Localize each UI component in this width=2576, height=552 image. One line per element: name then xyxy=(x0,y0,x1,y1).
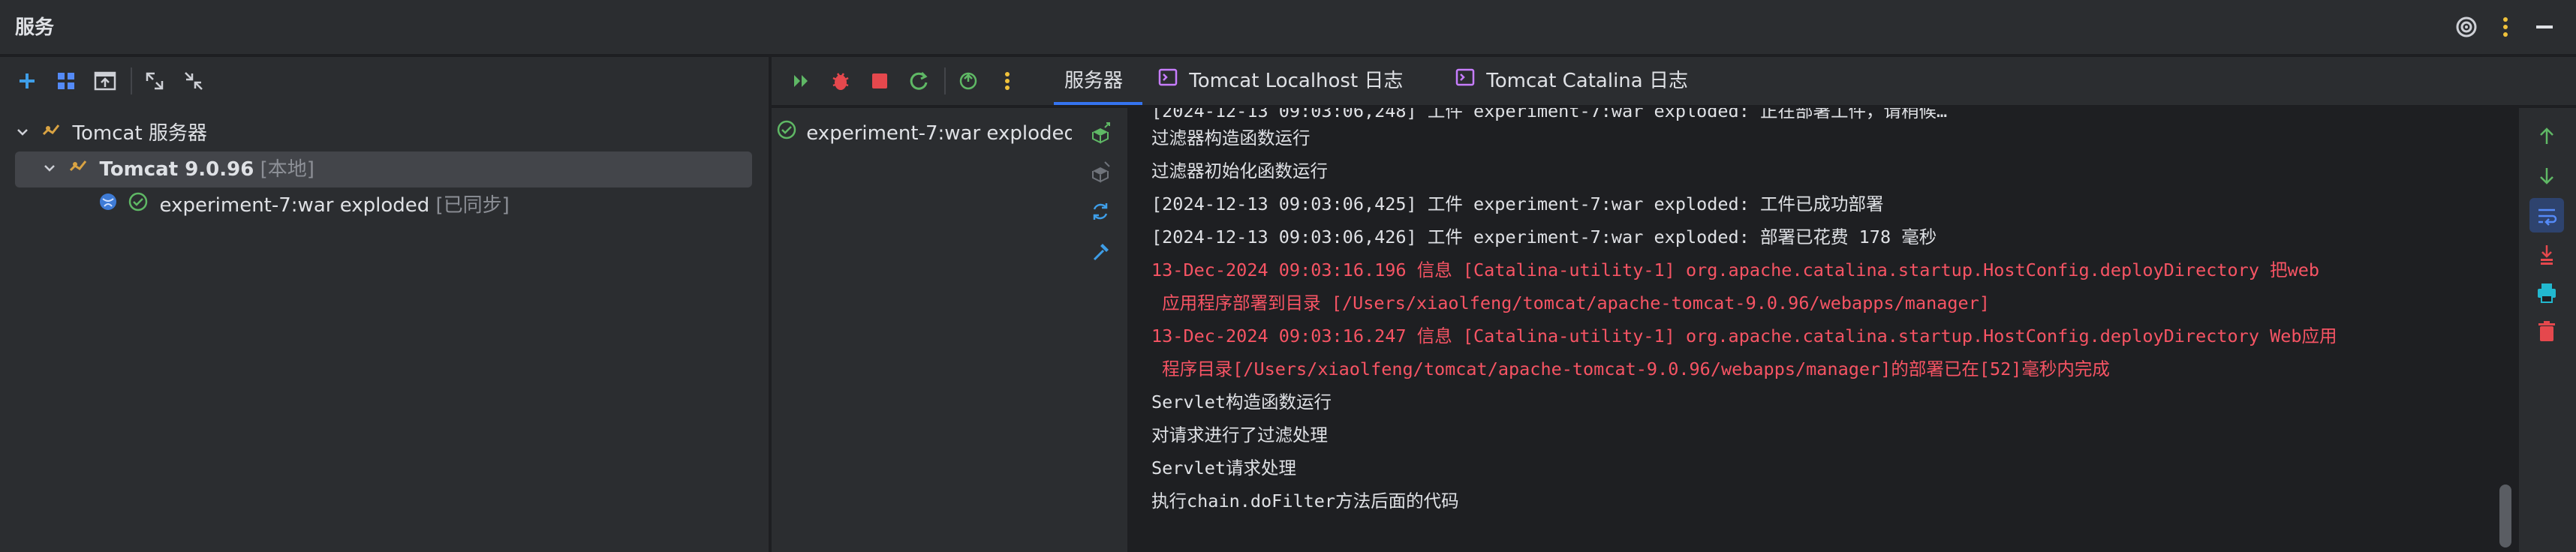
up-arrow-icon[interactable] xyxy=(2532,122,2562,152)
tomcat-icon xyxy=(68,152,93,188)
print-icon[interactable] xyxy=(2532,278,2562,308)
log-line-error: 程序目录[/Users/xiaolfeng/tomcat/apache-tomc… xyxy=(1151,358,2110,380)
log-console[interactable]: [2024-12-13 09:03:06,248] 工件 experiment-… xyxy=(1129,108,2495,552)
tree-node-tomcat-servers[interactable]: Tomcat 服务器 xyxy=(15,116,758,152)
artifact-name: experiment-7:war exploded xyxy=(159,194,430,217)
toolbar-separator xyxy=(944,68,946,94)
tree-node-label: Tomcat 服务器 xyxy=(72,122,207,145)
soft-wrap-icon[interactable] xyxy=(2532,201,2562,231)
restart-icon[interactable] xyxy=(902,64,935,98)
more-vertical-icon[interactable] xyxy=(2490,12,2520,42)
log-line: 过滤器构造函数运行 xyxy=(1151,128,1311,148)
undeploy-icon[interactable] xyxy=(1084,156,1117,189)
console-icon xyxy=(1157,58,1183,106)
log-line: [2024-12-13 09:03:06,248] 工件 experiment-… xyxy=(1151,108,1948,122)
deploy-artifact-icon[interactable] xyxy=(1084,117,1117,150)
clear-icon[interactable] xyxy=(2532,316,2562,346)
minimize-icon[interactable] xyxy=(2529,12,2559,42)
check-circle-icon xyxy=(128,188,153,224)
chevron-down-icon xyxy=(42,152,62,188)
server-name: Tomcat 9.0.96 xyxy=(99,158,254,181)
group-icon[interactable] xyxy=(50,64,83,98)
log-line: 对请求进行了过滤处理 xyxy=(1151,424,1328,446)
tab-tomcat-localhost-log[interactable]: Tomcat Localhost 日志 xyxy=(1157,57,1413,105)
check-circle-icon xyxy=(773,116,800,152)
tab-label: Tomcat Catalina 日志 xyxy=(1486,70,1688,92)
deployment-name: experiment-7:war exploded xyxy=(806,122,1076,145)
deployment-list xyxy=(772,108,1072,552)
log-line: 执行chain.doFilter方法后面的代码 xyxy=(1151,490,1459,512)
run-icon[interactable] xyxy=(785,64,818,98)
tree-node-artifact[interactable]: experiment-7:war exploded [已同步] xyxy=(98,188,758,224)
log-line: 过滤器初始化函数运行 xyxy=(1151,160,1328,182)
log-line: Servlet构造函数运行 xyxy=(1151,392,1332,412)
toolbar-separator xyxy=(131,68,132,94)
update-icon[interactable] xyxy=(1084,195,1117,228)
down-arrow-icon[interactable] xyxy=(2532,160,2562,190)
tool-window-header xyxy=(0,0,2576,56)
scrollbar-thumb[interactable] xyxy=(2499,484,2511,548)
tab-server[interactable]: 服务器 xyxy=(1054,57,1142,105)
artifact-status-suffix: [已同步] xyxy=(435,194,510,217)
deployment-item[interactable]: experiment-7:war exploded xyxy=(773,116,1076,152)
add-icon[interactable] xyxy=(11,64,44,98)
stop-icon[interactable] xyxy=(863,64,896,98)
build-hammer-icon[interactable] xyxy=(1084,236,1117,268)
tree-node-tomcat-server[interactable]: Tomcat 9.0.96 [本地] xyxy=(42,152,748,188)
new-service-icon[interactable] xyxy=(89,64,122,98)
scroll-to-end-icon[interactable] xyxy=(2532,238,2562,268)
log-line-error: 应用程序部署到目录 [/Users/xiaolfeng/tomcat/apach… xyxy=(1151,292,1990,314)
log-line: Servlet请求处理 xyxy=(1151,458,1297,478)
log-line-error: 13-Dec-2024 09:03:16.247 信息 [Catalina-ut… xyxy=(1151,326,2337,346)
log-line-error: 13-Dec-2024 09:03:16.196 信息 [Catalina-ut… xyxy=(1151,260,2320,280)
target-icon[interactable] xyxy=(2451,12,2481,42)
log-line: [2024-12-13 09:03:06,425] 工件 experiment-… xyxy=(1151,194,1884,214)
collapse-all-icon[interactable] xyxy=(177,64,210,98)
more-vertical-icon[interactable] xyxy=(991,64,1024,98)
tab-label: Tomcat Localhost 日志 xyxy=(1189,70,1404,92)
chevron-down-icon xyxy=(15,116,35,152)
deploy-icon[interactable] xyxy=(952,64,985,98)
tool-window-title: 服务 xyxy=(15,16,55,39)
server-location-suffix: [本地] xyxy=(260,158,314,181)
tab-tomcat-catalina-log[interactable]: Tomcat Catalina 日志 xyxy=(1455,57,1695,105)
expand-all-icon[interactable] xyxy=(138,64,171,98)
tomcat-icon xyxy=(41,116,66,152)
web-globe-icon xyxy=(98,188,122,224)
tab-label: 服务器 xyxy=(1064,70,1124,92)
log-line: [2024-12-13 09:03:06,426] 工件 experiment-… xyxy=(1151,226,1937,248)
console-icon xyxy=(1455,58,1480,106)
debug-icon[interactable] xyxy=(824,64,857,98)
